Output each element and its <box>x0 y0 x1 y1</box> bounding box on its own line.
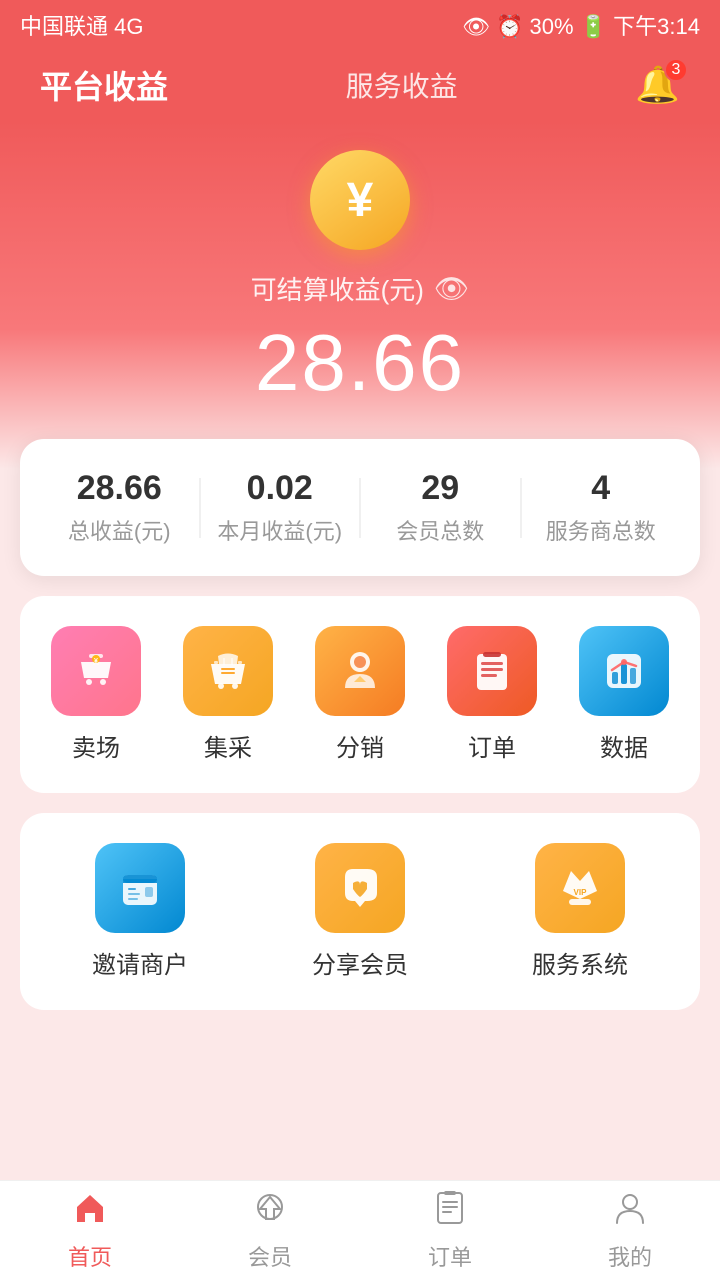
menu-item-fenxiao[interactable]: 分销 <box>310 626 410 763</box>
yuan-circle: ¥ <box>310 150 410 250</box>
header: 平台收益 服务收益 🔔 3 <box>0 50 720 120</box>
jicai-icon <box>183 626 273 716</box>
nav-item-order[interactable]: 订单 <box>360 1189 540 1272</box>
nav-mine-label: 我的 <box>608 1240 652 1272</box>
yaoqing-icon <box>95 843 185 933</box>
stat-total-earnings-label: 总收益(元) <box>68 514 171 546</box>
svg-text:VIP: VIP <box>574 888 588 897</box>
stat-month-earnings-label: 本月收益(元) <box>217 514 342 546</box>
menu-item-yaoqing[interactable]: 邀请商户 <box>90 843 190 980</box>
dingdan-label: 订单 <box>468 728 516 763</box>
fenxiang-label: 分享会员 <box>312 945 408 980</box>
nav-member-label: 会员 <box>248 1240 292 1272</box>
nav-home-label: 首页 <box>68 1240 112 1272</box>
stat-merchant-count-value: 4 <box>591 469 610 508</box>
yuan-symbol: ¥ <box>347 173 374 228</box>
shuju-icon <box>579 626 669 716</box>
active-tab-title[interactable]: 平台收益 <box>40 62 168 108</box>
fenxiao-icon <box>315 626 405 716</box>
home-icon <box>72 1189 108 1234</box>
eye-icon[interactable]: 👁 <box>434 272 470 305</box>
menu-card-2: 邀请商户 分享会员 VIP <box>20 813 700 1010</box>
bottom-nav: 首页 会员 订单 我的 <box>0 1180 720 1280</box>
order-icon <box>432 1189 468 1234</box>
nav-item-member[interactable]: 会员 <box>180 1189 360 1272</box>
menu-item-fuwu[interactable]: VIP 服务系统 <box>530 843 630 980</box>
menu-item-fenxiang[interactable]: 分享会员 <box>310 843 410 980</box>
stat-member-count-value: 29 <box>421 469 459 508</box>
stat-member-count-label: 会员总数 <box>396 514 484 546</box>
svg-text:¥: ¥ <box>94 658 98 665</box>
hero-section: ¥ 可结算收益(元) 👁 28.66 <box>0 120 720 469</box>
mine-icon <box>612 1189 648 1234</box>
earnings-amount: 28.66 <box>255 317 465 409</box>
member-icon <box>252 1189 288 1234</box>
status-bar: 中国联通 4G 👁 ⏰ 30% 🔋 下午3:14 <box>0 0 720 50</box>
nav-item-mine[interactable]: 我的 <box>540 1189 720 1272</box>
nav-order-label: 订单 <box>428 1240 472 1272</box>
menu-card-1: ¥ 卖场 <box>20 596 700 793</box>
stat-total-earnings: 28.66 总收益(元) <box>40 469 199 546</box>
menu-item-dingdan[interactable]: 订单 <box>442 626 542 763</box>
nav-item-home[interactable]: 首页 <box>0 1189 180 1272</box>
dingdan-icon <box>447 626 537 716</box>
earnings-label: 可结算收益(元) 👁 <box>251 270 470 307</box>
fenxiang-icon <box>315 843 405 933</box>
menu-item-shuju[interactable]: 数据 <box>574 626 674 763</box>
maichang-icon: ¥ <box>51 626 141 716</box>
shuju-label: 数据 <box>600 728 648 763</box>
status-left: 中国联通 4G <box>20 9 143 41</box>
notification-badge: 3 <box>664 58 688 82</box>
stat-merchant-count: 4 服务商总数 <box>522 469 681 546</box>
fuwu-icon: VIP <box>535 843 625 933</box>
menu-item-jicai[interactable]: 集采 <box>178 626 278 763</box>
stats-card: 28.66 总收益(元) 0.02 本月收益(元) 29 会员总数 4 服务商总… <box>20 439 700 576</box>
fenxiao-label: 分销 <box>336 728 384 763</box>
other-tab-title[interactable]: 服务收益 <box>346 65 458 105</box>
notification-bell[interactable]: 🔔 3 <box>635 64 680 106</box>
menu-item-maichang[interactable]: ¥ 卖场 <box>46 626 146 763</box>
stat-total-earnings-value: 28.66 <box>77 469 162 508</box>
stat-month-earnings-value: 0.02 <box>247 469 313 508</box>
status-right: 👁 ⏰ 30% 🔋 下午3:14 <box>462 9 700 41</box>
yaoqing-label: 邀请商户 <box>92 945 188 980</box>
menu-grid-1: ¥ 卖场 <box>30 626 690 763</box>
stat-month-earnings: 0.02 本月收益(元) <box>201 469 360 546</box>
stat-member-count: 29 会员总数 <box>361 469 520 546</box>
fuwu-label: 服务系统 <box>532 945 628 980</box>
menu-grid-2: 邀请商户 分享会员 VIP <box>30 843 690 980</box>
stat-merchant-count-label: 服务商总数 <box>546 514 656 546</box>
maichang-label: 卖场 <box>72 728 120 763</box>
jicai-label: 集采 <box>204 728 252 763</box>
